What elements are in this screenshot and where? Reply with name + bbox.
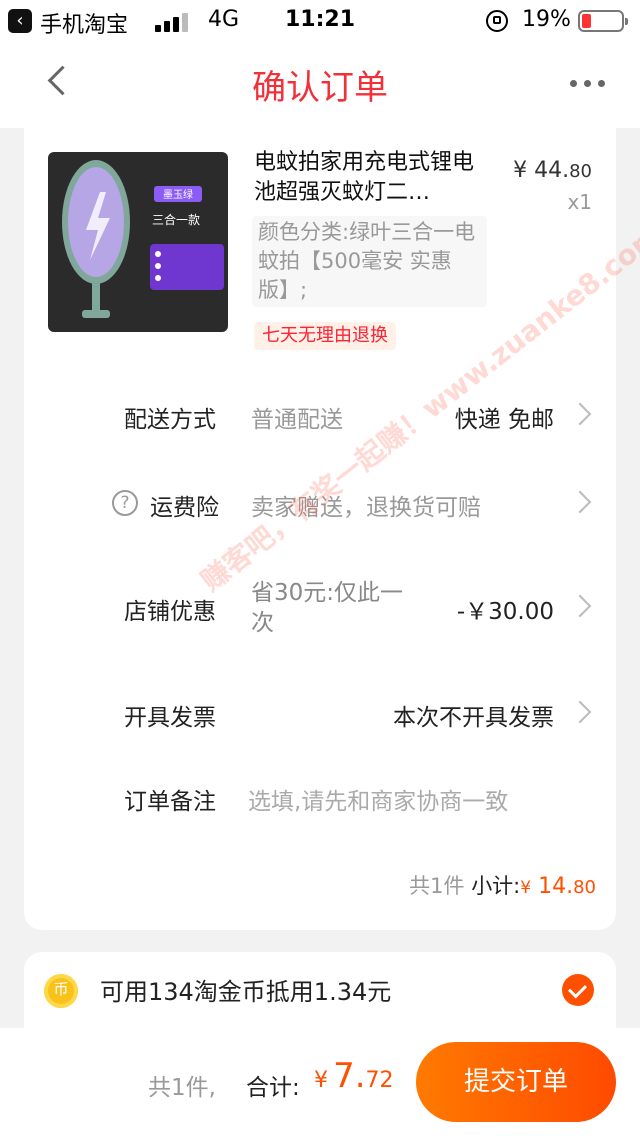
delivery-value: 快递 免邮 (454, 407, 554, 433)
total-price: ¥ 7.72 (314, 1056, 394, 1096)
product-sku[interactable]: 颜色分类:绿叶三合一电蚊拍【500毫安 实惠版】; (252, 216, 487, 307)
total-count: 共1件, (148, 1075, 216, 1101)
help-icon[interactable]: ? (112, 490, 138, 516)
invoice-label: 开具发票 (124, 705, 216, 731)
subtotal: 共1件 小计:¥ 14.80 (409, 870, 596, 900)
chevron-right-icon (568, 402, 592, 426)
image-caption-text: 三合一款 (152, 212, 200, 227)
battery-percent: 19% (522, 7, 571, 32)
image-badge-text: 墨玉绿 (163, 188, 193, 201)
invoice-value: 本次不开具发票 (393, 705, 554, 731)
page-title: 确认订单 (252, 68, 388, 108)
shipping-insurance-row[interactable]: ? 运费险 卖家赠送，退换货可赔 (24, 474, 616, 534)
product-image[interactable]: 墨玉绿 三合一款 (48, 152, 228, 332)
total-int: 7. (333, 1056, 366, 1096)
chevron-right-icon (568, 594, 592, 618)
subtotal-label: 小计: (471, 874, 521, 898)
product-price: ¥ 44.80 (513, 158, 592, 183)
total-symbol: ¥ (314, 1068, 328, 1093)
discount-label: 店铺优惠 (124, 599, 216, 625)
order-card: 墨玉绿 三合一款 电蚊拍家用充电式锂电池超强灭蚊灯二… ¥ 44.80 x1 颜… (24, 128, 616, 930)
return-policy-badge: 七天无理由退换 (254, 322, 396, 350)
delivery-label: 配送方式 (124, 407, 216, 433)
insurance-desc: 卖家赠送，退换货可赔 (251, 495, 481, 521)
coin-offset-text: 可用134淘金币抵用1.34元 (100, 978, 392, 1006)
subtotal-symbol: ¥ (520, 878, 532, 898)
battery-icon (578, 10, 628, 32)
delivery-desc: 普通配送 (251, 407, 343, 433)
note-input[interactable]: 选填,请先和商家协商一致 (248, 782, 508, 816)
subtotal-count: 共1件 (409, 874, 465, 898)
taojinbi-card: 可用134淘金币抵用1.34元 (24, 952, 616, 1028)
chevron-right-icon (568, 490, 592, 514)
invoice-row[interactable]: 开具发票 本次不开具发票 (24, 684, 616, 744)
status-bar: ‹ 手机淘宝 4G 11:21 19% (0, 0, 640, 42)
subtotal-int: 14. (538, 874, 574, 899)
insurance-label: 运费险 (150, 495, 219, 521)
store-discount-row[interactable]: 店铺优惠 省30元:仅此一次 -￥30.00 (24, 578, 616, 668)
price-int: 44. (534, 158, 570, 183)
nav-bar: 确认订单 (0, 42, 640, 128)
coin-icon (44, 974, 78, 1008)
bottom-bar: 共1件, 合计: ¥ 7.72 提交订单 (0, 1028, 640, 1136)
note-label: 订单备注 (124, 789, 216, 815)
delivery-row[interactable]: 配送方式 普通配送 快递 免邮 (24, 386, 616, 446)
price-symbol: ¥ (513, 158, 528, 183)
discount-desc: 省30元:仅此一次 (251, 580, 404, 636)
order-note-row: 订单备注 选填,请先和商家协商一致 (24, 768, 616, 828)
product-title[interactable]: 电蚊拍家用充电式锂电池超强灭蚊灯二… (254, 148, 484, 208)
more-dots-icon[interactable] (568, 80, 608, 90)
subtotal-cents: 80 (573, 877, 596, 898)
rotation-lock-icon (486, 10, 508, 32)
chevron-right-icon (568, 700, 592, 724)
product-quantity: x1 (567, 190, 592, 214)
submit-order-button[interactable]: 提交订单 (416, 1042, 616, 1122)
check-icon[interactable] (562, 974, 594, 1006)
price-cents: 80 (569, 161, 592, 182)
discount-value: -￥30.00 (456, 599, 554, 625)
total-cents: 72 (365, 1068, 394, 1093)
total-label: 合计: (246, 1075, 300, 1101)
